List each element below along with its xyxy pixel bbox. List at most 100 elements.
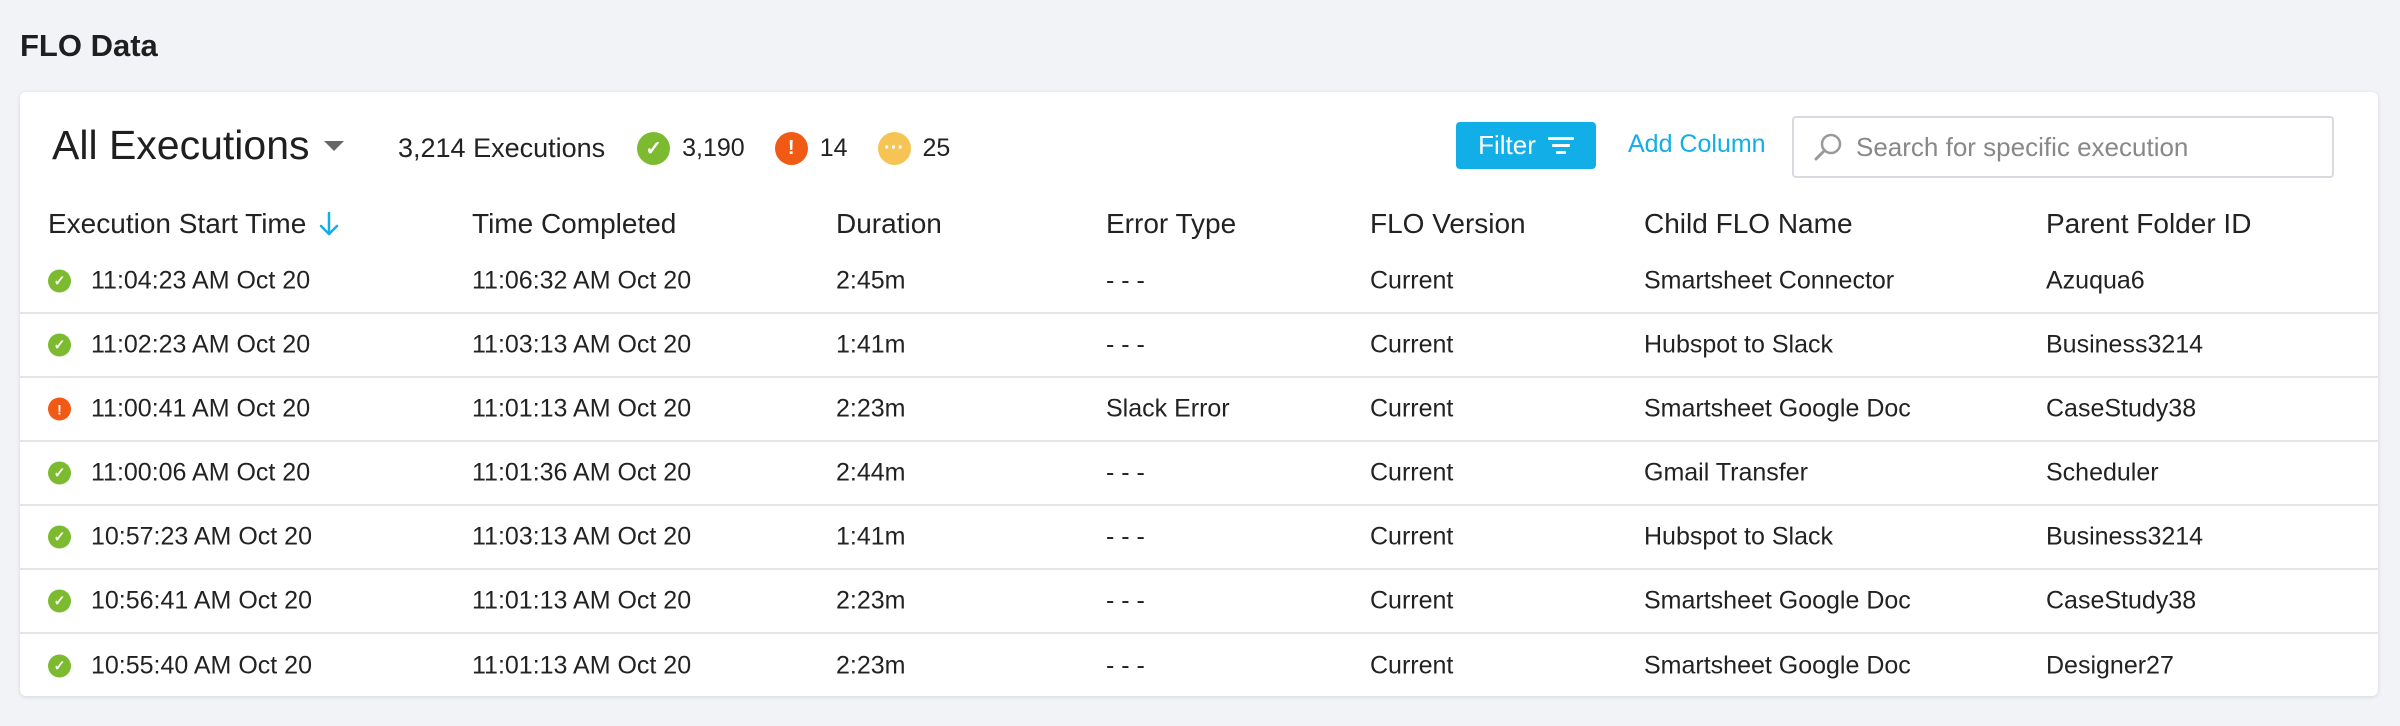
time-completed: 11:01:13 AM Oct 20 [472,394,692,423]
check-circle-icon: ✓ [48,269,71,293]
success-stat: ✓ 3,190 [637,132,745,165]
error-stat: ! 14 [774,132,848,165]
table-row[interactable]: ✓ 11:00:06 AM Oct 20 11:01:36 AM Oct 20 … [20,442,2378,506]
start-time-cell: ✓ 10:56:41 AM Oct 20 [48,587,312,616]
execution-summary: 3,214 Executions ✓ 3,190 ! 14 ··· 25 [398,132,980,165]
flo-version: Current [1370,266,1454,295]
column-header-time-completed[interactable]: Time Completed [472,208,676,240]
search-box[interactable] [1792,116,2334,178]
child-flo-name: Hubspot to Slack [1644,522,1833,551]
filter-button[interactable]: Filter [1456,122,1596,169]
flo-version: Current [1370,330,1454,359]
time-completed: 11:01:13 AM Oct 20 [472,651,692,680]
error-type: - - - [1106,651,1145,680]
error-type: - - - [1106,266,1145,295]
start-time: 10:55:40 AM Oct 20 [91,651,312,680]
check-circle-icon: ✓ [48,525,71,549]
view-selector[interactable]: All Executions [52,122,344,169]
page-title: FLO Data [20,28,158,63]
start-time-cell: ✓ 10:57:23 AM Oct 20 [48,523,312,552]
filter-icon [1547,137,1574,154]
arrow-down-icon[interactable] [318,211,340,237]
start-time: 10:57:23 AM Oct 20 [91,522,312,551]
child-flo-name: Hubspot to Slack [1644,330,1833,359]
time-completed: 11:03:13 AM Oct 20 [472,330,692,359]
duration: 1:41m [836,522,906,551]
error-type: - - - [1106,458,1145,487]
column-header-error-type[interactable]: Error Type [1106,208,1236,240]
start-time-cell: ✓ 11:00:06 AM Oct 20 [48,459,310,488]
error-type: - - - [1106,330,1145,359]
flo-version: Current [1370,651,1454,680]
error-type: Slack Error [1106,394,1230,423]
error-count: 14 [819,134,848,162]
table-row[interactable]: ✓ 10:57:23 AM Oct 20 11:03:13 AM Oct 20 … [20,506,2378,570]
check-circle-icon: ✓ [48,333,71,357]
search-icon [1814,133,1842,161]
parent-folder-id: Business3214 [2046,522,2204,551]
child-flo-name: Gmail Transfer [1644,458,1808,487]
table-body: ✓ 11:04:23 AM Oct 20 11:06:32 AM Oct 20 … [20,250,2378,698]
column-header-duration[interactable]: Duration [836,208,942,240]
time-completed: 11:01:13 AM Oct 20 [472,586,692,615]
duration: 2:23m [836,651,906,680]
start-time-cell: ✓ 11:02:23 AM Oct 20 [48,331,310,360]
parent-folder-id: Azuqua6 [2046,266,2145,295]
parent-folder-id: Scheduler [2046,458,2159,487]
duration: 2:45m [836,266,906,295]
success-count: 3,190 [682,134,745,162]
table-header: Execution Start Time Time Completed Dura… [20,202,2378,250]
start-time-cell: ! 11:00:41 AM Oct 20 [48,395,310,424]
error-type: - - - [1106,586,1145,615]
child-flo-name: Smartsheet Connector [1644,266,1895,295]
exclamation-circle-icon: ! [48,397,71,421]
child-flo-name: Smartsheet Google Doc [1644,651,1911,680]
parent-folder-id: Designer27 [2046,651,2174,680]
start-time-cell: ✓ 11:04:23 AM Oct 20 [48,267,310,296]
flo-version: Current [1370,522,1454,551]
time-completed: 11:06:32 AM Oct 20 [472,266,692,295]
flo-version: Current [1370,458,1454,487]
check-circle-icon: ✓ [48,461,71,485]
parent-folder-id: Business3214 [2046,330,2204,359]
start-time: 11:04:23 AM Oct 20 [91,266,311,295]
check-circle-icon: ✓ [48,589,71,613]
pending-count: 25 [922,134,951,162]
flo-version: Current [1370,394,1454,423]
column-header-parent-folder-id[interactable]: Parent Folder ID [2046,208,2251,240]
start-time: 10:56:41 AM Oct 20 [91,586,312,615]
caret-down-icon [323,140,344,151]
parent-folder-id: CaseStudy38 [2046,394,2197,423]
start-time: 11:00:41 AM Oct 20 [91,394,311,423]
table-row[interactable]: ✓ 10:56:41 AM Oct 20 11:01:13 AM Oct 20 … [20,570,2378,634]
parent-folder-id: CaseStudy38 [2046,586,2197,615]
ellipsis-circle-icon: ··· [877,132,911,165]
child-flo-name: Smartsheet Google Doc [1644,586,1911,615]
table-row[interactable]: ✓ 10:55:40 AM Oct 20 11:01:13 AM Oct 20 … [20,634,2378,698]
start-time: 11:00:06 AM Oct 20 [91,458,311,487]
view-title: All Executions [52,122,310,168]
add-column-link[interactable]: Add Column [1628,130,1766,159]
duration: 1:41m [836,330,906,359]
filter-button-label: Filter [1478,130,1536,160]
table-row[interactable]: ! 11:00:41 AM Oct 20 11:01:13 AM Oct 20 … [20,378,2378,442]
start-time: 11:02:23 AM Oct 20 [91,330,311,359]
column-header-child-flo-name[interactable]: Child FLO Name [1644,208,1853,240]
column-header-flo-version[interactable]: FLO Version [1370,208,1526,240]
search-input[interactable] [1854,130,2328,164]
check-circle-icon: ✓ [48,654,71,678]
flo-version: Current [1370,586,1454,615]
executions-panel: All Executions 3,214 Executions ✓ 3,190 … [20,92,2378,696]
child-flo-name: Smartsheet Google Doc [1644,394,1911,423]
table-row[interactable]: ✓ 11:02:23 AM Oct 20 11:03:13 AM Oct 20 … [20,314,2378,378]
total-executions: 3,214 Executions [398,133,606,163]
exclamation-circle-icon: ! [774,132,808,165]
duration: 2:23m [836,586,906,615]
duration: 2:23m [836,394,906,423]
column-header-start-time[interactable]: Execution Start Time [48,208,340,240]
column-header-label: Execution Start Time [48,208,307,239]
error-type: - - - [1106,522,1145,551]
check-circle-icon: ✓ [637,132,671,165]
table-row[interactable]: ✓ 11:04:23 AM Oct 20 11:06:32 AM Oct 20 … [20,250,2378,314]
start-time-cell: ✓ 10:55:40 AM Oct 20 [48,652,312,681]
